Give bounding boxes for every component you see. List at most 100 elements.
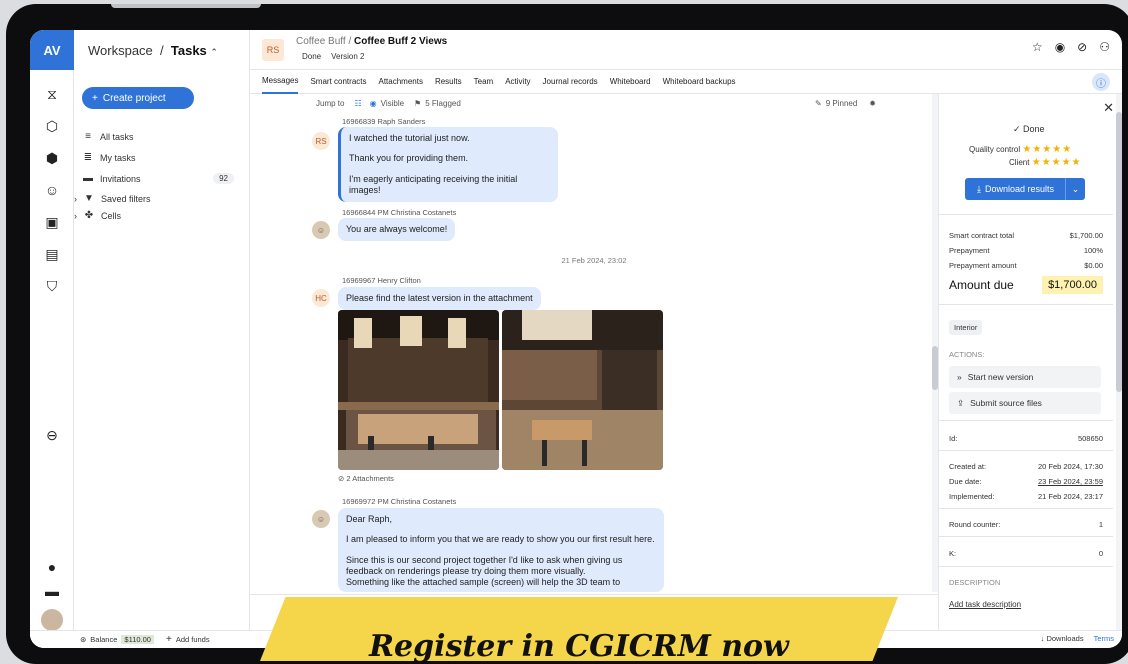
message-text: Something like the attached sample (scre…	[346, 577, 621, 587]
breadcrumb: Coffee Buff / Coffee Buff 2 Views	[296, 36, 447, 47]
message-text: Please find the latest version in the at…	[346, 293, 533, 303]
app-logo[interactable]: AV	[30, 30, 74, 70]
team-icon[interactable]: ☺	[43, 181, 61, 199]
tab-journal-records[interactable]: Journal records	[543, 70, 598, 94]
submit-source-files-button[interactable]: ⇪ Submit source files	[949, 392, 1101, 414]
sender-avatar: RS	[312, 132, 330, 150]
cafe-render-1	[338, 310, 499, 470]
tab-smart-contracts[interactable]: Smart contracts	[310, 70, 366, 94]
tab-results[interactable]: Results	[435, 70, 462, 94]
attachment-image[interactable]	[338, 310, 499, 470]
divider	[939, 304, 1113, 305]
scroll-thumb[interactable]	[1116, 112, 1122, 392]
balance-label: Balance	[90, 635, 118, 644]
flagged-filter[interactable]: 5 Flagged	[425, 99, 461, 108]
jump-to-link[interactable]: Jump to	[316, 99, 344, 108]
gear-icon[interactable]: ✹	[869, 99, 876, 108]
pinned-control[interactable]: ✎ 9 Pinned ✹	[815, 99, 876, 108]
sidebar-item-invitations[interactable]: ▬ Invitations 92	[82, 173, 242, 184]
project-avatar: RS	[262, 39, 284, 61]
breadcrumb-parent[interactable]: Coffee Buff	[296, 36, 346, 47]
tab-messages[interactable]: Messages	[262, 70, 299, 94]
user-avatar[interactable]	[41, 609, 63, 631]
tab-attachments[interactable]: Attachments	[378, 70, 422, 94]
cubes-icon[interactable]: ⬢	[43, 149, 61, 167]
eye-icon[interactable]: ◉	[1055, 40, 1065, 54]
chat-filters: Jump to ☷ ◉ Visible ⚑ 5 Flagged	[316, 99, 461, 108]
sidebar-item-cells[interactable]: › ✤ Cells	[74, 210, 234, 221]
row-value: 508650	[1077, 434, 1103, 443]
terms-link[interactable]: Terms	[1094, 634, 1114, 643]
visible-filter[interactable]: Visible	[381, 99, 404, 108]
add-funds-link[interactable]: Add funds	[176, 635, 210, 644]
shield-icon[interactable]: ⛉	[43, 277, 61, 295]
sidebar-item-all-tasks[interactable]: ≡ All tasks	[82, 131, 242, 142]
action-label: Start new version	[967, 372, 1034, 382]
divider	[939, 508, 1113, 509]
cube-icon[interactable]: ⬡	[43, 117, 61, 135]
round-counter-row: Round counter: 1	[949, 520, 1103, 529]
chat-icon[interactable]: ▬	[43, 582, 61, 600]
promo-banner[interactable]: Register in CGICRM now	[260, 597, 898, 661]
divider	[939, 214, 1113, 215]
chat-toolbar: Jump to ☷ ◉ Visible ⚑ 5 Flagged ✎ 9 Pinn…	[250, 94, 938, 114]
k-row: K: 0	[949, 549, 1103, 558]
bell-off-icon[interactable]: ⊘	[1077, 40, 1087, 54]
report-icon[interactable]: ▤	[43, 245, 61, 263]
message-bubble[interactable]: I watched the tutorial just now. Thank y…	[338, 127, 558, 202]
info-icon[interactable]: ⓘ	[1092, 73, 1110, 91]
sidebar: Workspace / Tasks ⌃ + Create project ≡ Al…	[74, 30, 250, 630]
plus-icon: +	[165, 634, 172, 645]
chevron-updown-icon: ⌃	[210, 47, 218, 57]
download-results-button[interactable]: ⤓ Download results ⌄	[965, 178, 1085, 200]
attachments-count[interactable]: ⊘ 2 Attachments	[338, 474, 394, 483]
collapse-icon[interactable]: ⊖	[43, 426, 61, 444]
action-label: Submit source files	[970, 398, 1042, 408]
start-new-version-button[interactable]: » Start new version	[949, 366, 1101, 388]
downloads-link[interactable]: ↓ Downloads	[1041, 634, 1084, 643]
grid-icon[interactable]: ☷	[354, 99, 361, 108]
add-description-link[interactable]: Add task description	[949, 600, 1021, 609]
tab-whiteboard-backups[interactable]: Whiteboard backups	[663, 70, 736, 94]
sidebar-item-saved-filters[interactable]: › ▼ Saved filters	[74, 193, 234, 204]
panel-status: ✓ Done	[1013, 124, 1045, 134]
mail-icon: ▬	[83, 173, 93, 184]
sidebar-item-my-tasks[interactable]: ≣ My tasks	[82, 152, 242, 163]
tab-whiteboard[interactable]: Whiteboard	[610, 70, 651, 94]
workspace-switcher[interactable]: Workspace / Tasks ⌃	[88, 43, 218, 58]
attachment-image[interactable]	[502, 310, 663, 470]
star-icon[interactable]: ☆	[1032, 40, 1043, 54]
row-label: Smart contract total	[949, 231, 1015, 240]
app-screen: AV ⧖ ⬡ ⬢ ☺ ▣ ▤ ⛉ ⊖ ● ▬ Workspace / Tasks…	[30, 30, 1122, 648]
message-bubble[interactable]: Please find the latest version in the at…	[338, 287, 541, 311]
chevron-right-icon: ›	[74, 210, 77, 221]
category-tag[interactable]: Interior	[949, 320, 983, 335]
tab-activity[interactable]: Activity	[505, 70, 530, 94]
sidebar-item-label: All tasks	[100, 131, 134, 142]
created-row: Created at: 20 Feb 2024, 17:30	[949, 462, 1103, 471]
message-bubble[interactable]: You are always welcome!	[338, 218, 456, 242]
close-icon[interactable]: ✕	[1103, 100, 1114, 116]
add-user-icon[interactable]: ⚇	[1099, 40, 1110, 54]
tab-team[interactable]: Team	[474, 70, 494, 94]
promo-banner-text: Register in CGICRM now	[369, 629, 789, 664]
chevron-down-icon[interactable]: ⌄	[1065, 178, 1085, 200]
section-label: Tasks	[170, 43, 207, 58]
due-date-value[interactable]: 23 Feb 2024, 23:59	[1038, 477, 1103, 486]
help-icon[interactable]: ●	[43, 558, 61, 576]
row-value: 20 Feb 2024, 17:30	[1037, 462, 1103, 471]
panel-scrollbar[interactable]	[1116, 94, 1122, 630]
create-project-label: Create project	[102, 92, 166, 104]
attachments-label: 2 Attachments	[346, 474, 394, 483]
cafe-render-2	[502, 310, 663, 470]
message-text: I am pleased to inform you that we are r…	[346, 534, 655, 545]
row-label: Round counter:	[949, 520, 1001, 529]
billing-icon[interactable]: ▣	[43, 213, 61, 231]
user-list-icon: ≣	[83, 152, 93, 163]
hierarchy-icon[interactable]: ⧖	[43, 85, 61, 103]
message-bubble[interactable]: Dear Raph, I am pleased to inform you th…	[338, 508, 664, 592]
create-project-button[interactable]: + Create project	[82, 87, 194, 109]
sidebar-item-label: My tasks	[100, 152, 136, 163]
download-label: Download results	[984, 184, 1055, 194]
device-frame: AV ⧖ ⬡ ⬢ ☺ ▣ ▤ ⛉ ⊖ ● ▬ Workspace / Tasks…	[6, 4, 1128, 664]
